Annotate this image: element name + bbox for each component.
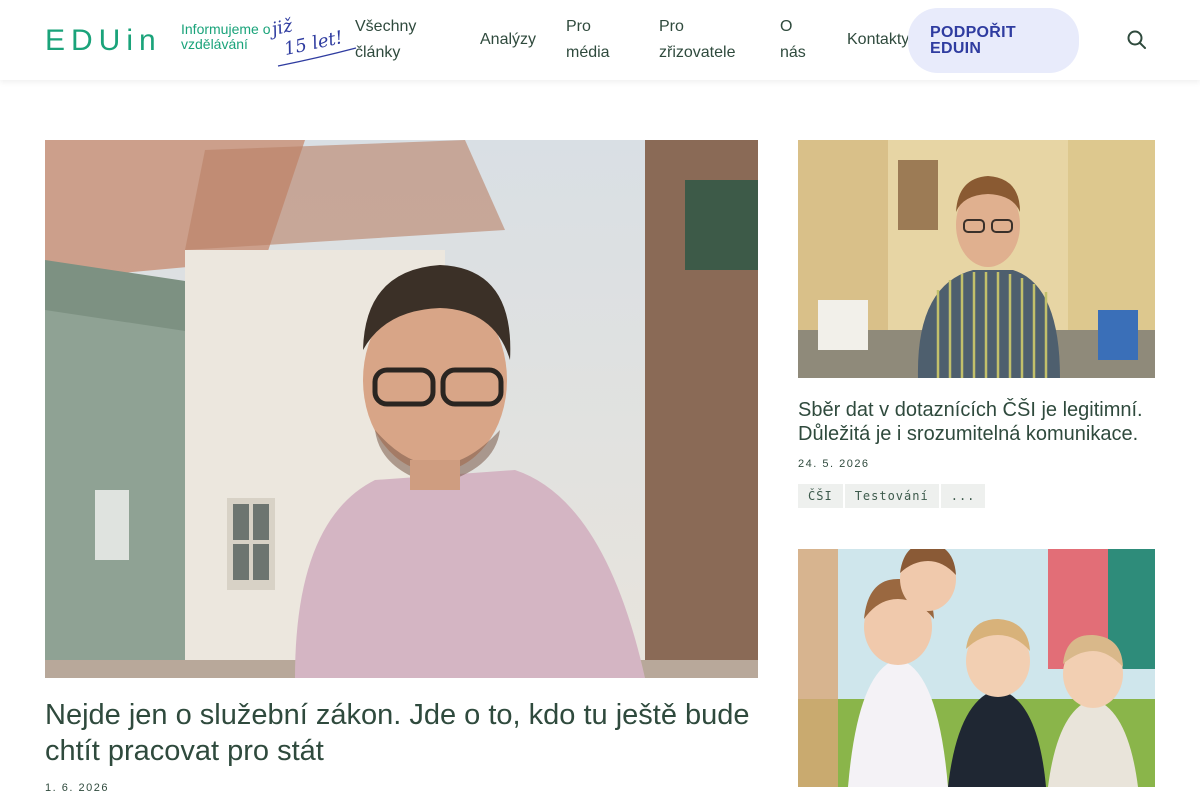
nav-media[interactable]: Pro média [566,14,626,66]
nav-analyses[interactable]: Analýzy [480,27,536,53]
side-article-image[interactable] [798,140,1155,378]
eduin-logo[interactable]: EDUin [45,16,162,58]
anniversary-badge: již 15 let! [268,15,357,67]
side-article-title[interactable]: Sběr dat v dotaznících ČŠI je legitimní.… [798,398,1155,446]
nav-contacts[interactable]: Kontakty [847,27,909,53]
search-icon[interactable] [1126,29,1148,51]
tag-more[interactable]: ... [940,484,986,508]
side-article-date: 24. 5. 2026 [798,458,870,470]
logo-tagline: Informujeme o vzdělávání [181,21,271,52]
nav-about[interactable]: O nás [780,14,810,66]
featured-article-date: 1. 6. 2026 [45,782,109,794]
tag-testovani[interactable]: Testování [844,484,939,508]
side-article-image[interactable] [798,549,1155,787]
tag-csi[interactable]: ČŠI [798,484,843,508]
featured-article-title[interactable]: Nejde jen o služební zákon. Jde o to, kd… [45,697,758,769]
support-button[interactable]: PODPOŘIT EDUIN [908,8,1079,73]
site-header: EDUin Informujeme o vzdělávání již 15 le… [0,0,1200,80]
side-article-tags: ČŠI Testování ... [798,484,986,508]
nav-all-articles[interactable]: Všechny články [355,14,455,66]
nav-founders[interactable]: Pro zřizovatele [659,14,759,66]
featured-article-image[interactable] [45,140,758,678]
